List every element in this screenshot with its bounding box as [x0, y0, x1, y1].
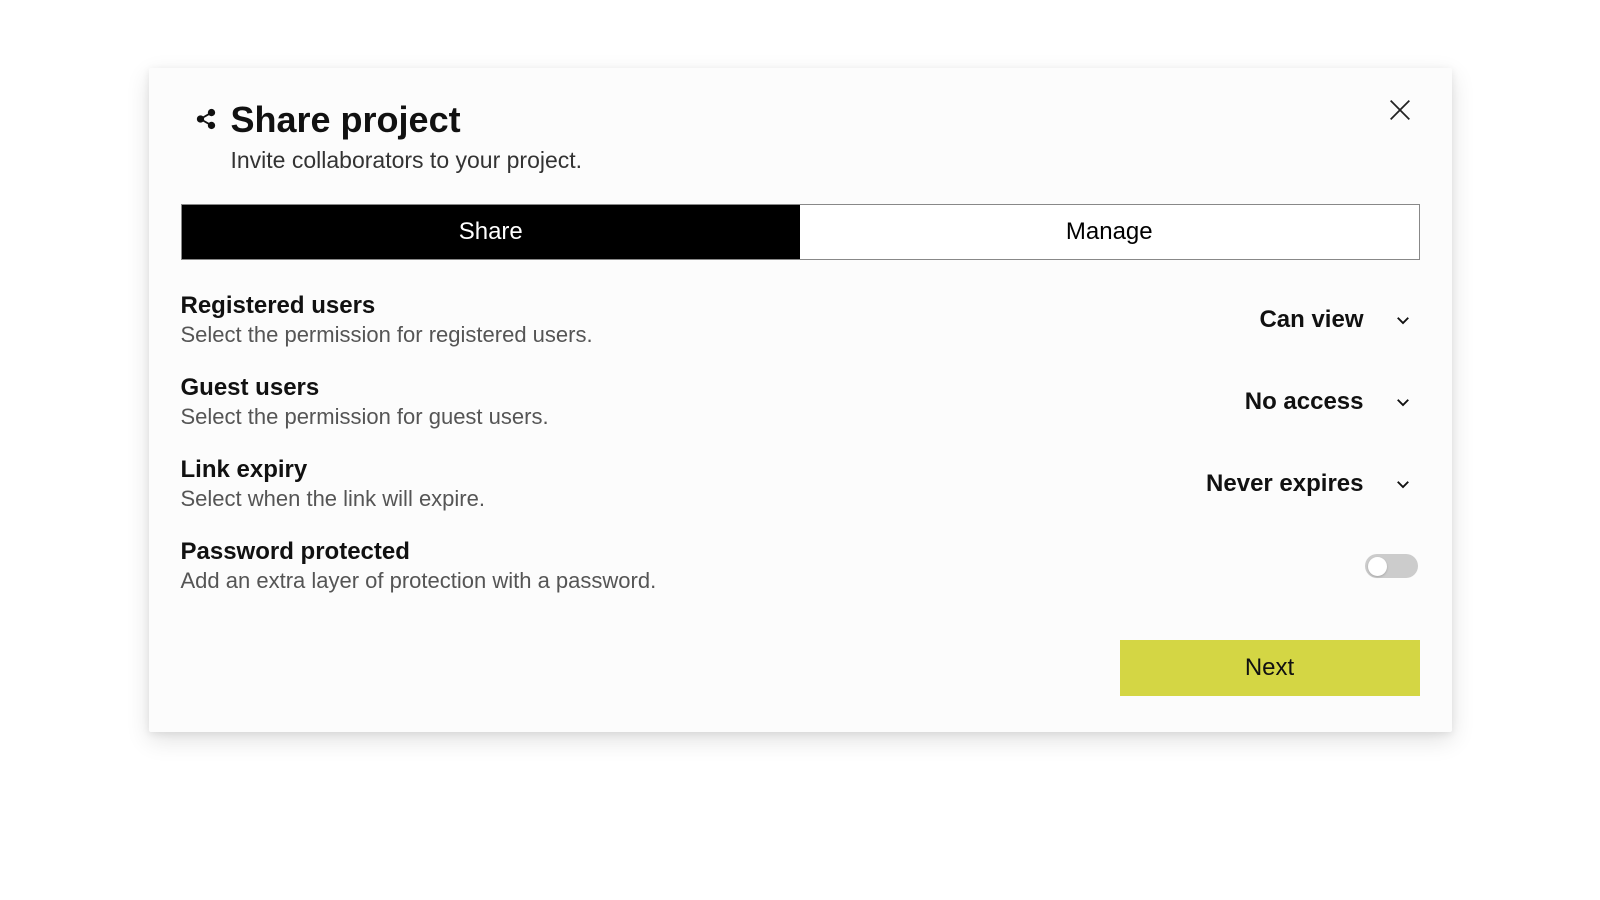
option-registered-users: Registered users Select the permission f… [181, 284, 1420, 366]
share-icon [195, 108, 217, 130]
option-link-expiry: Link expiry Select when the link will ex… [181, 448, 1420, 530]
option-desc: Select the permission for registered use… [181, 322, 1260, 348]
close-icon [1386, 112, 1414, 127]
share-dialog: Share project Invite collaborators to yo… [149, 68, 1452, 732]
option-label: Registered users [181, 292, 1260, 320]
option-text: Password protected Add an extra layer of… [181, 538, 1365, 594]
option-label: Password protected [181, 538, 1365, 566]
dialog-subtitle: Invite collaborators to your project. [231, 147, 1420, 174]
option-desc: Select when the link will expire. [181, 486, 1207, 512]
dialog-footer: Next [181, 640, 1420, 696]
close-button[interactable] [1386, 96, 1414, 124]
option-desc: Select the permission for guest users. [181, 404, 1245, 430]
option-guest-users: Guest users Select the permission for gu… [181, 366, 1420, 448]
option-text: Guest users Select the permission for gu… [181, 374, 1245, 430]
option-password-protected: Password protected Add an extra layer of… [181, 530, 1420, 612]
guest-users-dropdown[interactable]: No access [1245, 388, 1420, 416]
option-label: Link expiry [181, 456, 1207, 484]
option-text: Link expiry Select when the link will ex… [181, 456, 1207, 512]
tab-manage[interactable]: Manage [800, 205, 1419, 259]
chevron-down-icon [1394, 311, 1412, 329]
option-desc: Add an extra layer of protection with a … [181, 568, 1365, 594]
registered-users-dropdown[interactable]: Can view [1259, 306, 1419, 334]
password-toggle[interactable] [1365, 554, 1418, 578]
dialog-header: Share project Invite collaborators to yo… [181, 98, 1420, 174]
chevron-down-icon [1394, 393, 1412, 411]
link-expiry-dropdown[interactable]: Never expires [1206, 470, 1419, 498]
dropdown-value: No access [1245, 388, 1364, 416]
header-text: Share project Invite collaborators to yo… [231, 98, 1420, 174]
option-text: Registered users Select the permission f… [181, 292, 1260, 348]
tabs: Share Manage [181, 204, 1420, 260]
dropdown-value: Never expires [1206, 470, 1363, 498]
toggle-knob [1368, 557, 1387, 576]
option-label: Guest users [181, 374, 1245, 402]
next-button[interactable]: Next [1120, 640, 1420, 696]
chevron-down-icon [1394, 475, 1412, 493]
tab-share[interactable]: Share [182, 205, 801, 259]
dialog-title: Share project [231, 98, 1420, 141]
dropdown-value: Can view [1259, 306, 1363, 334]
